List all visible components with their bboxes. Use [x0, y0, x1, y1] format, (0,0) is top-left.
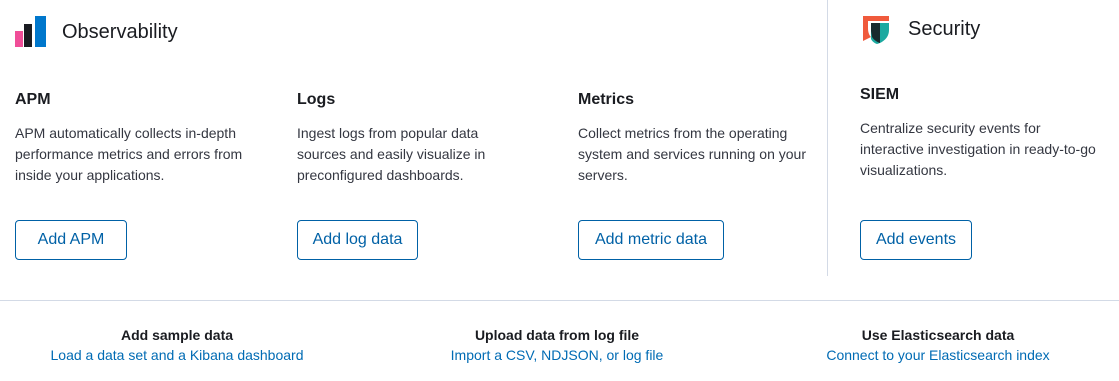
logs-card-title: Logs	[297, 91, 336, 108]
footer-upload-file: Upload data from log file Import a CSV, …	[407, 326, 707, 366]
logs-card-description: Ingest logs from popular data sources an…	[297, 125, 486, 183]
elasticsearch-data-title: Use Elasticsearch data	[861, 327, 1015, 343]
apm-card: APM APM automatically collects in-depth …	[15, 90, 243, 186]
apm-card-title: APM	[15, 91, 51, 108]
upload-file-link[interactable]: Import a CSV, NDJSON, or log file	[407, 344, 707, 366]
security-header: Security	[860, 12, 980, 46]
metrics-card-description: Collect metrics from the operating syste…	[578, 125, 806, 183]
add-events-button[interactable]: Add events	[860, 220, 972, 260]
siem-card-title: SIEM	[860, 86, 900, 103]
siem-card-description: Centralize security events for interacti…	[860, 120, 1096, 178]
vertical-divider	[827, 0, 828, 276]
metrics-card: Metrics Collect metrics from the operati…	[578, 90, 810, 186]
upload-file-title: Upload data from log file	[474, 327, 640, 343]
logs-card: Logs Ingest logs from popular data sourc…	[297, 90, 519, 186]
observability-logo-icon	[14, 15, 48, 49]
horizontal-divider	[0, 300, 1119, 301]
observability-title: Observability	[62, 20, 178, 43]
observability-header: Observability	[14, 15, 178, 49]
apm-card-description: APM automatically collects in-depth perf…	[15, 125, 243, 183]
metrics-card-title: Metrics	[578, 91, 635, 108]
sample-data-link[interactable]: Load a data set and a Kibana dashboard	[27, 344, 327, 366]
elasticsearch-index-link[interactable]: Connect to your Elasticsearch index	[788, 344, 1088, 366]
add-metric-data-button[interactable]: Add metric data	[578, 220, 724, 260]
sample-data-title: Add sample data	[120, 327, 234, 343]
security-logo-icon	[860, 12, 894, 46]
add-log-data-button[interactable]: Add log data	[297, 220, 418, 260]
add-data-panel: Observability Security APM APM automatic…	[0, 0, 1119, 381]
footer-sample-data: Add sample data Load a data set and a Ki…	[27, 326, 327, 366]
siem-card: SIEM Centralize security events for inte…	[860, 85, 1105, 181]
security-title: Security	[908, 17, 981, 40]
footer-elasticsearch: Use Elasticsearch data Connect to your E…	[788, 326, 1088, 366]
add-apm-button[interactable]: Add APM	[15, 220, 127, 260]
